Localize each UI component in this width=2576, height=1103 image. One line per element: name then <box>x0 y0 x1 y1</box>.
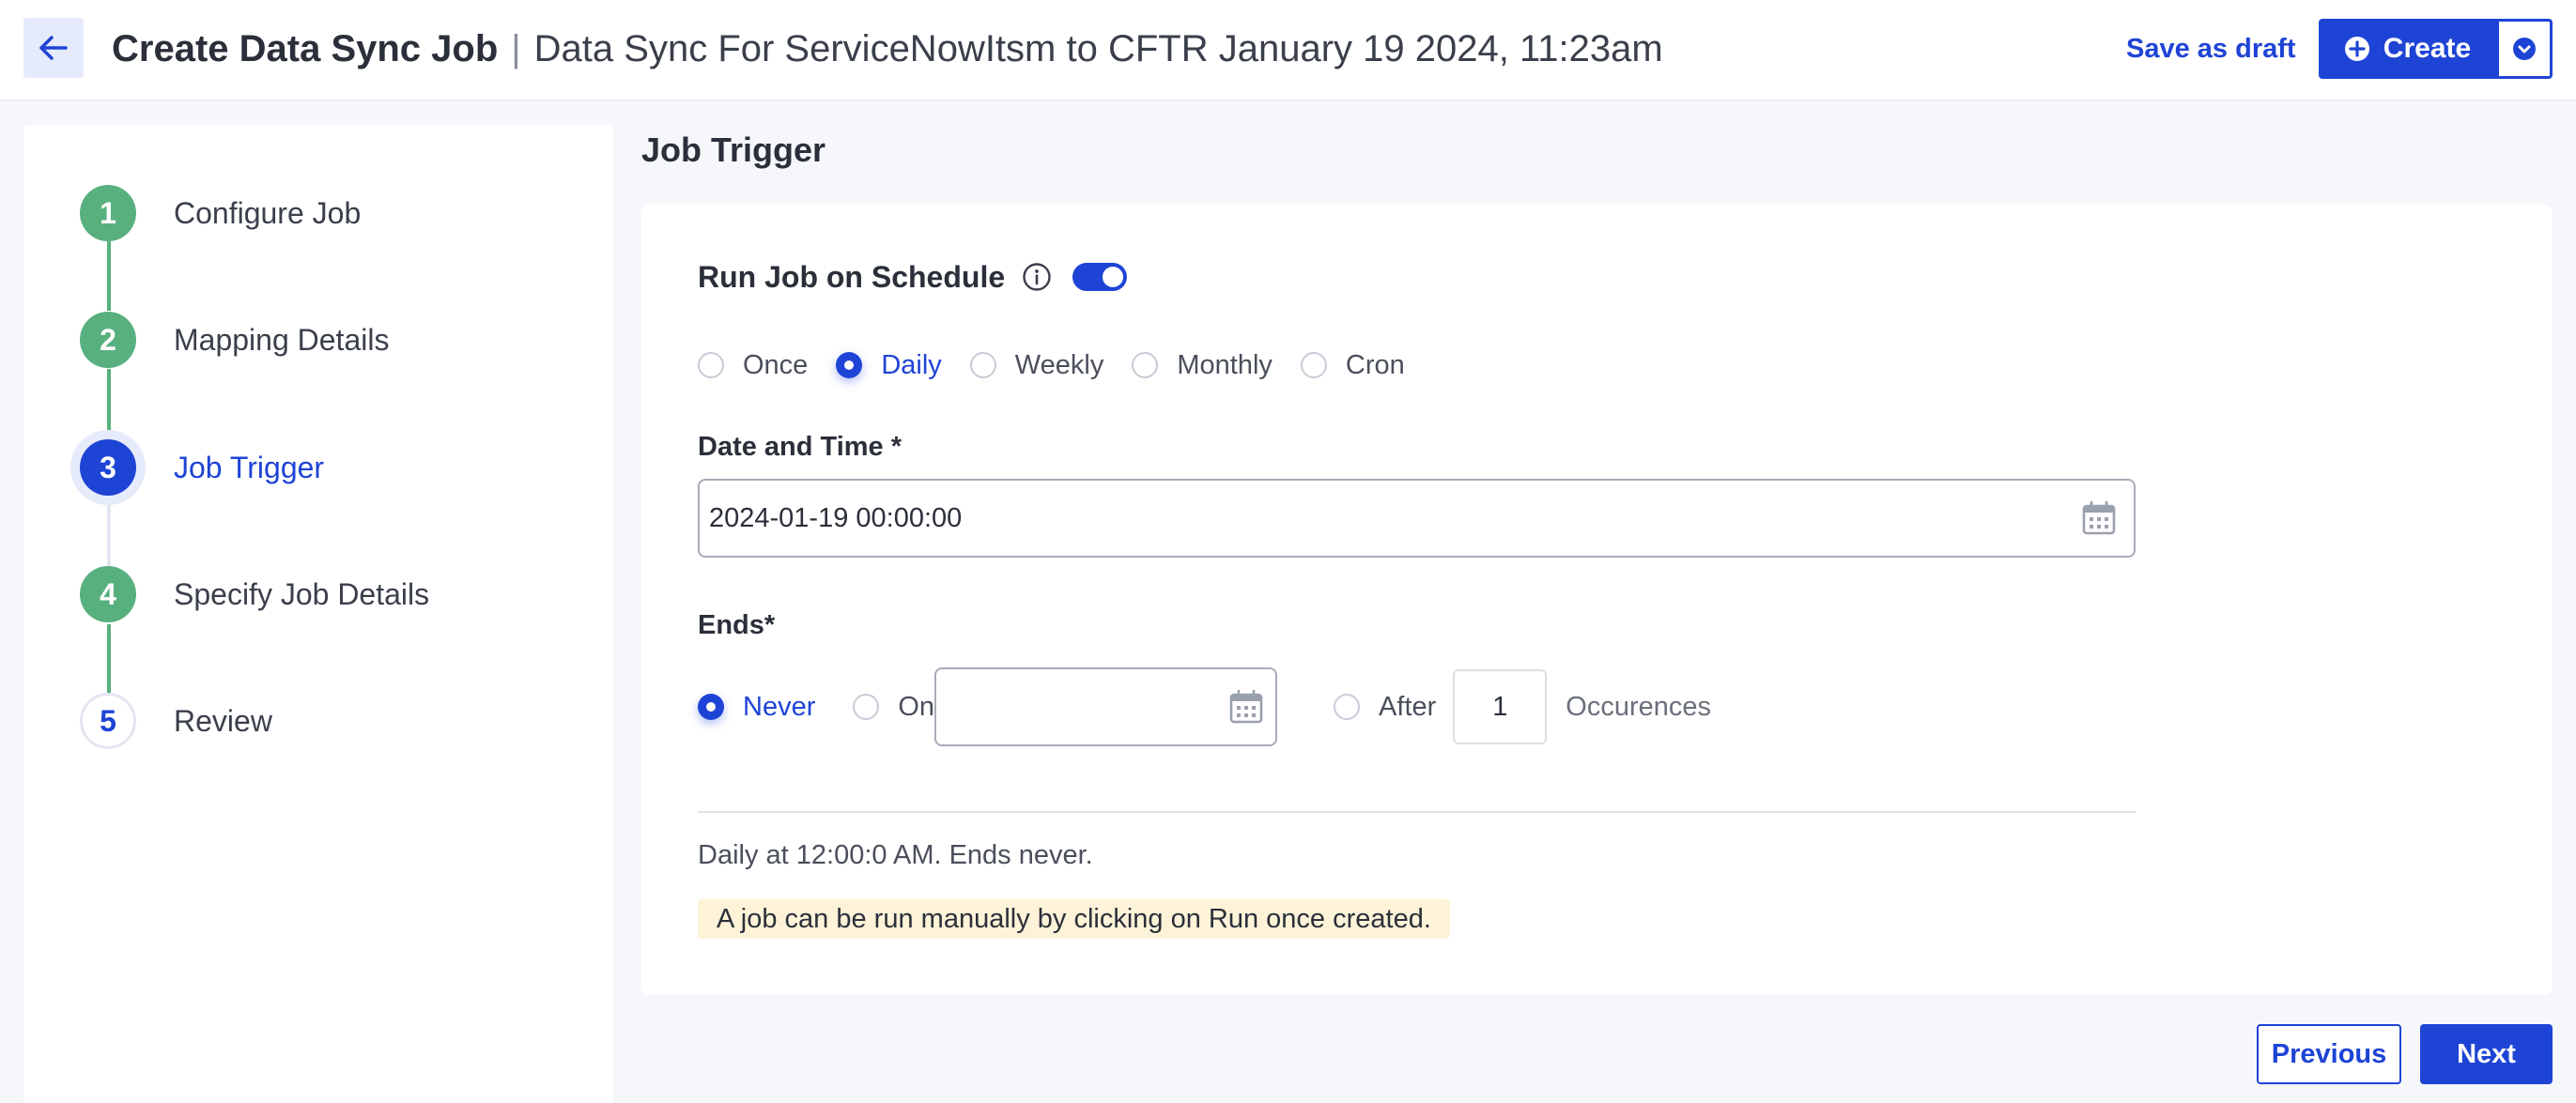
step-label: Mapping Details <box>174 322 390 357</box>
create-button-label: Create <box>2383 33 2472 64</box>
radio-button[interactable] <box>698 694 724 720</box>
ends-on-date-input[interactable] <box>934 667 1278 746</box>
step-connector <box>107 497 111 566</box>
job-trigger-card: Run Job on Schedule Once Daily Weekly Mo… <box>641 205 2553 995</box>
radio-label: On <box>898 691 935 722</box>
radio-label: Cron <box>1345 349 1405 380</box>
step-review[interactable]: 5 Review <box>80 691 272 751</box>
next-button[interactable]: Next <box>2420 1024 2553 1084</box>
divider <box>698 811 2136 813</box>
create-button[interactable]: Create <box>2319 19 2496 79</box>
radio-button[interactable] <box>698 352 724 378</box>
step-number: 3 <box>80 439 136 496</box>
radio-label: Weekly <box>1014 349 1104 380</box>
step-label: Specify Job Details <box>174 576 430 611</box>
radio-label: Monthly <box>1177 349 1273 380</box>
step-number: 2 <box>80 312 136 368</box>
step-configure-job[interactable]: 1 Configure Job <box>80 183 361 243</box>
frequency-option-daily[interactable]: Daily <box>836 349 942 381</box>
create-dropdown-button[interactable] <box>2496 19 2553 79</box>
step-job-trigger[interactable]: 3 Job Trigger <box>80 437 324 498</box>
step-number: 4 <box>80 566 136 622</box>
radio-label: Daily <box>881 349 942 380</box>
radio-label: Never <box>743 691 816 722</box>
radio-button[interactable] <box>853 694 880 720</box>
ends-option-after[interactable]: After <box>1334 692 1436 723</box>
back-button[interactable] <box>23 18 84 78</box>
frequency-option-monthly[interactable]: Monthly <box>1132 350 1273 381</box>
plus-circle-icon <box>2344 37 2369 61</box>
schedule-row: Run Job on Schedule <box>698 252 1128 302</box>
step-number: 5 <box>80 693 136 749</box>
page-header: Create Data Sync Job | Data Sync For Ser… <box>0 0 2576 101</box>
calendar-icon[interactable] <box>1228 689 1264 725</box>
stepper-sidebar: 1 Configure Job 2 Mapping Details 3 Job … <box>23 125 613 1103</box>
step-specify-job-details[interactable]: 4 Specify Job Details <box>80 564 429 624</box>
step-mapping-details[interactable]: 2 Mapping Details <box>80 310 389 370</box>
step-label: Review <box>174 703 272 738</box>
frequency-option-weekly[interactable]: Weekly <box>969 349 1104 381</box>
schedule-summary: Daily at 12:00:0 AM. Ends never. <box>698 839 1093 870</box>
manual-run-note: A job can be run manually by clicking on… <box>698 899 1450 939</box>
date-time-value: 2024-01-19 00:00:00 <box>709 502 963 533</box>
step-connector <box>107 241 111 311</box>
frequency-option-once[interactable]: Once <box>698 350 808 381</box>
step-connector <box>107 624 111 694</box>
step-label: Configure Job <box>174 195 362 230</box>
arrow-left-icon <box>39 36 68 60</box>
occurrences-count-input[interactable]: 1 <box>1453 669 1548 744</box>
step-label: Job Trigger <box>174 450 325 484</box>
radio-label: Once <box>743 349 809 380</box>
radio-button[interactable] <box>1300 352 1327 378</box>
run-on-schedule-label: Run Job on Schedule <box>698 259 1006 294</box>
create-button-group: Create <box>2319 19 2553 79</box>
chevron-down-circle-icon <box>2513 38 2536 60</box>
radio-label: After <box>1379 691 1437 722</box>
ends-option-never[interactable]: Never <box>698 692 815 723</box>
radio-button[interactable] <box>1334 694 1361 720</box>
ends-option-on[interactable]: On <box>853 692 934 723</box>
frequency-option-cron[interactable]: Cron <box>1300 349 1405 381</box>
calendar-icon[interactable] <box>2081 500 2117 536</box>
radio-button[interactable] <box>1132 352 1159 378</box>
toggle-knob <box>1103 267 1124 287</box>
radio-button[interactable] <box>969 352 996 378</box>
frequency-radio-group: Once Daily Weekly Monthly Cron <box>698 342 1433 389</box>
page-title: Create Data Sync Job | Data Sync For Ser… <box>112 23 1663 75</box>
page-subtitle: Data Sync For ServiceNowItsm to CFTR Jan… <box>533 27 1663 69</box>
section-title: Job Trigger <box>641 130 826 169</box>
title-separator: | <box>511 27 521 69</box>
save-as-draft-button[interactable]: Save as draft <box>2126 28 2296 69</box>
ends-label: Ends* <box>698 610 776 640</box>
run-on-schedule-toggle[interactable] <box>1072 263 1128 291</box>
info-circle-icon[interactable] <box>1022 262 1052 292</box>
radio-button[interactable] <box>836 352 863 378</box>
date-time-input[interactable]: 2024-01-19 00:00:00 <box>698 479 2136 558</box>
step-connector <box>107 369 111 438</box>
step-number: 1 <box>80 185 136 241</box>
ends-radio-group: Never On After 1 Occurences <box>698 665 1711 749</box>
page-title-main: Create Data Sync Job <box>112 27 499 69</box>
occurrences-label: Occurences <box>1566 691 1712 722</box>
previous-button[interactable]: Previous <box>2257 1024 2401 1084</box>
date-time-label: Date and Time * <box>698 432 902 462</box>
